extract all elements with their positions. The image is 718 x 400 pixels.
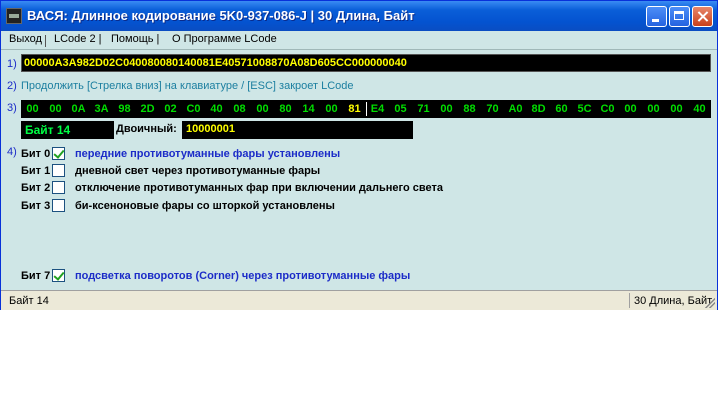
byte-selector: 00 00 0A 3A 98 2D 02 C0 40 08 00 80 14 00 81 E4 05 71 00 88… — [21, 100, 711, 118]
byte-cell-4[interactable]: 98 — [113, 100, 136, 118]
byte-cell-0[interactable]: 00 — [21, 100, 44, 118]
byte-cell-28[interactable]: 00 — [665, 100, 688, 118]
byte-cell-20[interactable]: 70 — [481, 100, 504, 118]
selected-byte-label: Байт 14 — [21, 121, 114, 139]
bit-0-checkbox[interactable] — [52, 147, 65, 160]
binary-label: Двоичный: — [116, 123, 177, 135]
byte-cell-16[interactable]: 05 — [389, 100, 412, 118]
byte-cell-5[interactable]: 2D — [136, 100, 159, 118]
section-number-2: 2) — [7, 80, 17, 92]
bit-2-description: отключение противотуманных фар при включ… — [75, 182, 443, 194]
byte-cell-13[interactable]: 00 — [320, 100, 343, 118]
bit-7-description: подсветка поворотов (Corner) через проти… — [75, 270, 411, 282]
byte-cell-24[interactable]: 5C — [573, 100, 596, 118]
byte-cell-19[interactable]: 88 — [458, 100, 481, 118]
section-number-4: 4) — [7, 146, 17, 158]
byte-cell-23[interactable]: 60 — [550, 100, 573, 118]
binary-field[interactable]: 10000001 — [182, 121, 413, 139]
bit-1-checkbox[interactable] — [52, 164, 65, 177]
bit-1-description: дневной свет через противотуманные фары — [75, 165, 321, 177]
byte-cell-1[interactable]: 00 — [44, 100, 67, 118]
menu-separator — [45, 35, 46, 47]
menu-exit[interactable]: Выход — [9, 33, 42, 45]
byte-cell-14[interactable]: 81 — [343, 100, 367, 118]
bit-2-checkbox[interactable] — [52, 181, 65, 194]
bit-7-checkbox[interactable] — [52, 269, 65, 282]
byte-cell-11[interactable]: 80 — [274, 100, 297, 118]
byte-cell-8[interactable]: 40 — [205, 100, 228, 118]
bit-label: Бит 7 — [21, 270, 51, 282]
byte-cell-25[interactable]: C0 — [596, 100, 619, 118]
app-icon[interactable] — [6, 8, 22, 24]
bit-0-description: передние противотуманные фары установлен… — [75, 148, 341, 160]
bit-3-checkbox[interactable] — [52, 199, 65, 212]
maximize-button[interactable] — [669, 6, 690, 27]
byte-cell-7[interactable]: C0 — [182, 100, 205, 118]
menu-lcode2[interactable]: LCode 2 | — [54, 33, 102, 45]
close-button[interactable] — [692, 6, 713, 27]
resize-grip-icon[interactable] — [705, 298, 715, 308]
byte-cell-21[interactable]: A0 — [504, 100, 527, 118]
bit-label: Бит 1 — [21, 165, 51, 177]
byte-cell-22[interactable]: 8D — [527, 100, 550, 118]
byte-cell-27[interactable]: 00 — [642, 100, 665, 118]
bit-label: Бит 2 — [21, 182, 51, 194]
status-separator — [629, 293, 630, 308]
byte-cell-3[interactable]: 3A — [90, 100, 113, 118]
window-title: ВАСЯ: Длинное кодирование 5K0-937-086-J … — [27, 8, 415, 23]
byte-cell-12[interactable]: 14 — [297, 100, 320, 118]
menu-about[interactable]: О Программе LCode — [172, 33, 277, 45]
section-number-1: 1) — [7, 58, 17, 70]
byte-cell-15[interactable]: E4 — [366, 100, 389, 118]
status-length: 30 Длина, Байт — [634, 295, 713, 307]
long-code-text: 00000A3A982D02C040080080140081E405710088… — [24, 57, 407, 69]
byte-cell-10[interactable]: 00 — [251, 100, 274, 118]
title-bar[interactable]: ВАСЯ: Длинное кодирование 5K0-937-086-J … — [1, 1, 717, 31]
binary-value: 10000001 — [186, 123, 235, 135]
byte-cell-18[interactable]: 00 — [435, 100, 458, 118]
bit-3-description: би-ксеноновые фары со шторкой установлен… — [75, 200, 335, 212]
status-byte: Байт 14 — [9, 295, 49, 307]
bit-label: Бит 3 — [21, 200, 51, 212]
main-window: ВАСЯ: Длинное кодирование 5K0-937-086-J … — [0, 0, 718, 310]
status-bar: Байт 14 30 Длина, Байт — [1, 290, 717, 310]
menu-help[interactable]: Помощь | — [111, 33, 159, 45]
bit-label: Бит 0 — [21, 148, 51, 160]
menu-bar: Выход LCode 2 | Помощь | О Программе LCo… — [1, 31, 717, 49]
long-code-field[interactable]: 00000A3A982D02C040080080140081E405710088… — [21, 54, 711, 72]
menu-divider — [1, 49, 717, 50]
section-number-3: 3) — [7, 102, 17, 114]
byte-cell-6[interactable]: 02 — [159, 100, 182, 118]
byte-cell-29[interactable]: 40 — [688, 100, 711, 118]
byte-cell-9[interactable]: 08 — [228, 100, 251, 118]
byte-cell-26[interactable]: 00 — [619, 100, 642, 118]
minimize-button[interactable] — [646, 6, 667, 27]
navigation-hint: Продолжить [Стрелка вниз] на клавиатуре … — [21, 80, 354, 92]
byte-cell-17[interactable]: 71 — [412, 100, 435, 118]
byte-cell-2[interactable]: 0A — [67, 100, 90, 118]
